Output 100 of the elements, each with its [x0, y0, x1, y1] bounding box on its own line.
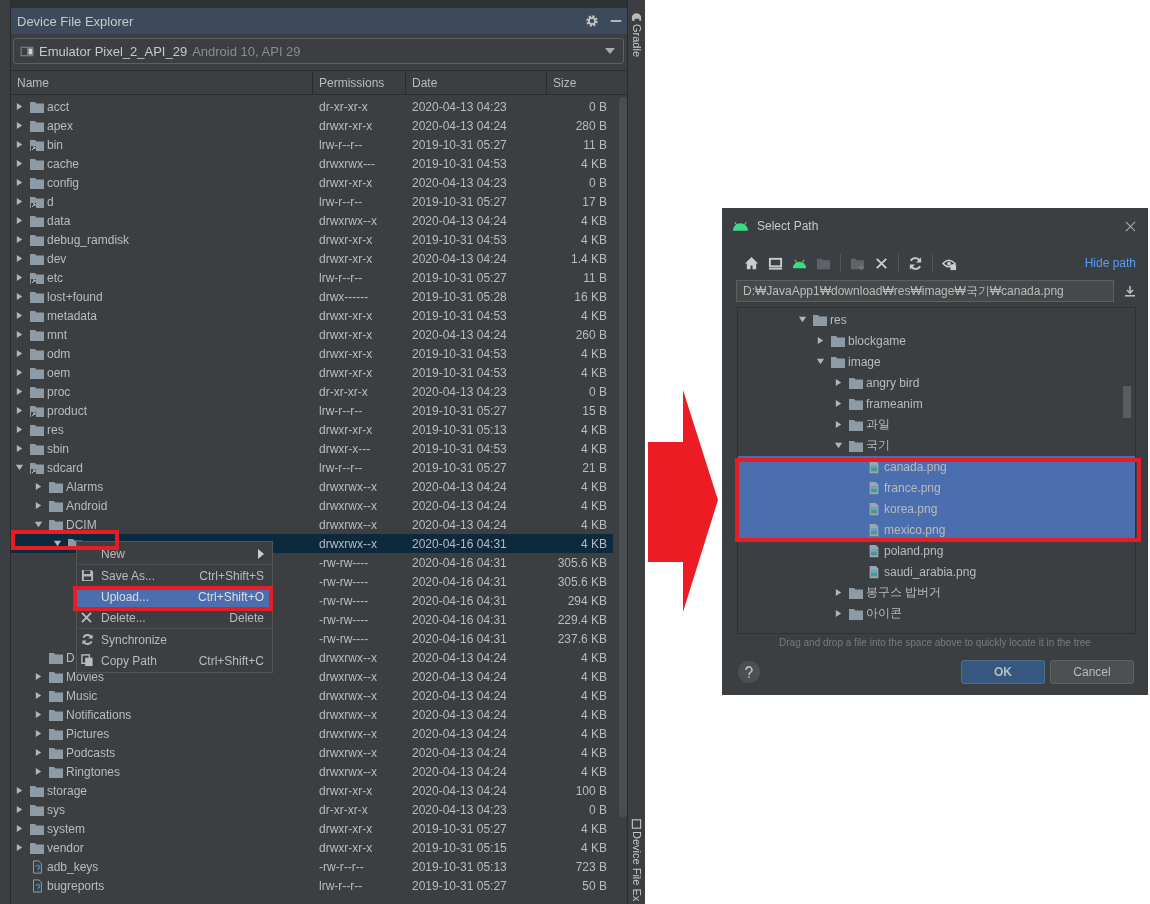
expand-arrow-icon[interactable] [15, 311, 24, 320]
tree-item[interactable]: frameanim [738, 393, 1135, 414]
expand-arrow-icon[interactable] [34, 729, 43, 738]
cancel-button[interactable]: Cancel [1050, 660, 1134, 684]
hide-path-link[interactable]: Hide path [1084, 256, 1136, 270]
help-icon[interactable] [738, 661, 760, 683]
table-row[interactable]: lost+found drwx------ 2019-10-31 05:28 16 KB [11, 287, 614, 306]
expand-arrow-icon[interactable] [834, 609, 843, 618]
expand-arrow-icon[interactable] [34, 672, 43, 681]
collapse-arrow-icon[interactable] [15, 463, 24, 472]
expand-arrow-icon[interactable] [15, 273, 24, 282]
expand-arrow-icon[interactable] [15, 178, 24, 187]
table-row[interactable]: apex drwxr-xr-x 2020-04-13 04:24 280 B [11, 116, 614, 135]
path-field[interactable]: D:₩JavaApp1₩download₩res₩image₩국기₩canada.png [736, 280, 1114, 302]
tree-item[interactable]: image [738, 351, 1135, 372]
table-row[interactable]: sdcard lrw-r--r-- 2019-10-31 05:27 21 B [11, 458, 614, 477]
tree-item[interactable]: 봉구스 밥버거 [738, 582, 1135, 603]
expand-arrow-icon[interactable] [15, 159, 24, 168]
table-row[interactable]: sys dr-xr-xr-x 2020-04-13 04:23 0 B [11, 800, 614, 819]
table-row[interactable]: Notifications drwxrwx--x 2020-04-13 04:24 4 KB [11, 705, 614, 724]
device-dropdown[interactable]: Emulator Pixel_2_API_29 Android 10, API 29 [13, 38, 624, 64]
expand-arrow-icon[interactable] [15, 805, 24, 814]
table-row[interactable]: adb_keys -rw-r--r-- 2019-10-31 05:13 723 B [11, 857, 614, 876]
tree-item[interactable]: poland.png [738, 540, 1135, 561]
collapse-arrow-icon[interactable] [34, 520, 43, 529]
table-row[interactable]: Music drwxrwx--x 2020-04-13 04:24 4 KB [11, 686, 614, 705]
scrollbar[interactable] [619, 97, 627, 817]
close-icon[interactable] [874, 255, 889, 271]
table-row[interactable]: Android drwxrwx--x 2020-04-13 04:24 4 KB [11, 496, 614, 515]
expand-arrow-icon[interactable] [834, 378, 843, 387]
table-row[interactable]: res drwxr-xr-x 2019-10-31 05:13 4 KB [11, 420, 614, 439]
expand-arrow-icon[interactable] [15, 444, 24, 453]
expand-arrow-icon[interactable] [15, 216, 24, 225]
table-row[interactable]: Podcasts drwxrwx--x 2020-04-13 04:24 4 KB [11, 743, 614, 762]
expand-arrow-icon[interactable] [15, 102, 24, 111]
expand-arrow-icon[interactable] [34, 691, 43, 700]
table-row[interactable]: sbin drwxr-x--- 2019-10-31 04:53 4 KB [11, 439, 614, 458]
collapse-arrow-icon[interactable] [816, 357, 825, 366]
table-row[interactable]: debug_ramdisk drwxr-xr-x 2019-10-31 04:53 4 KB [11, 230, 614, 249]
expand-arrow-icon[interactable] [15, 197, 24, 206]
table-row[interactable]: d lrw-r--r-- 2019-10-31 05:27 17 B [11, 192, 614, 211]
menu-item[interactable]: New [77, 543, 272, 565]
expand-arrow-icon[interactable] [15, 824, 24, 833]
column-header[interactable]: Name [11, 71, 313, 94]
close-icon[interactable] [1125, 220, 1136, 232]
table-row[interactable]: acct dr-xr-xr-x 2020-04-13 04:23 0 B [11, 97, 614, 116]
expand-arrow-icon[interactable] [15, 425, 24, 434]
expand-arrow-icon[interactable] [15, 406, 24, 415]
tree-item[interactable]: 아이콘 [738, 603, 1135, 624]
menu-item[interactable]: Synchronize [77, 629, 272, 650]
column-header[interactable]: Date [406, 71, 547, 94]
table-row[interactable]: Pictures drwxrwx--x 2020-04-13 04:24 4 KB [11, 724, 614, 743]
side-tab[interactable]: Device File Ex [630, 818, 643, 901]
table-row[interactable]: metadata drwxr-xr-x 2019-10-31 04:53 4 KB [11, 306, 614, 325]
table-row[interactable]: bugreports lrw-r--r-- 2019-10-31 05:27 50 B [11, 876, 614, 895]
scrollbar[interactable] [1123, 386, 1131, 418]
download-icon[interactable] [1124, 285, 1136, 297]
tree-item[interactable]: blockgame [738, 330, 1135, 351]
table-row[interactable]: DCIM drwxrwx--x 2020-04-13 04:24 4 KB [11, 515, 614, 534]
expand-arrow-icon[interactable] [15, 330, 24, 339]
expand-arrow-icon[interactable] [834, 399, 843, 408]
column-header[interactable]: Permissions [313, 71, 406, 94]
expand-arrow-icon[interactable] [15, 140, 24, 149]
expand-arrow-icon[interactable] [34, 710, 43, 719]
expand-arrow-icon[interactable] [15, 786, 24, 795]
home-icon[interactable] [744, 255, 759, 271]
tree-item[interactable]: 과일 [738, 414, 1135, 435]
expand-arrow-icon[interactable] [15, 121, 24, 130]
table-row[interactable]: bin lrw-r--r-- 2019-10-31 05:27 11 B [11, 135, 614, 154]
tree-item[interactable]: res [738, 309, 1135, 330]
expand-arrow-icon[interactable] [834, 420, 843, 429]
column-header[interactable]: Size [547, 71, 627, 94]
expand-arrow-icon[interactable] [816, 336, 825, 345]
collapse-arrow-icon[interactable] [798, 315, 807, 324]
table-row[interactable]: proc dr-xr-xr-x 2020-04-13 04:23 0 B [11, 382, 614, 401]
expand-arrow-icon[interactable] [34, 501, 43, 510]
tree-item[interactable]: 국기 [738, 435, 1135, 456]
expand-arrow-icon[interactable] [15, 387, 24, 396]
table-row[interactable]: cache drwxrwx--- 2019-10-31 04:53 4 KB [11, 154, 614, 173]
table-row[interactable]: oem drwxr-xr-x 2019-10-31 04:53 4 KB [11, 363, 614, 382]
table-row[interactable]: odm drwxr-xr-x 2019-10-31 04:53 4 KB [11, 344, 614, 363]
table-row[interactable]: config drwxr-xr-x 2020-04-13 04:23 0 B [11, 173, 614, 192]
table-row[interactable]: mnt drwxr-xr-x 2020-04-13 04:24 260 B [11, 325, 614, 344]
settings-icon[interactable] [585, 14, 599, 28]
tree-item[interactable]: saudi_arabia.png [738, 561, 1135, 582]
side-tab[interactable]: Gradle [630, 12, 643, 58]
table-row[interactable]: system drwxr-xr-x 2019-10-31 05:27 4 KB [11, 819, 614, 838]
table-row[interactable]: Alarms drwxrwx--x 2020-04-13 04:24 4 KB [11, 477, 614, 496]
collapse-arrow-icon[interactable] [834, 441, 843, 450]
expand-arrow-icon[interactable] [15, 349, 24, 358]
expand-arrow-icon[interactable] [34, 482, 43, 491]
desktop-icon[interactable] [768, 255, 783, 271]
expand-arrow-icon[interactable] [834, 588, 843, 597]
expand-arrow-icon[interactable] [15, 292, 24, 301]
expand-arrow-icon[interactable] [15, 843, 24, 852]
tree-item[interactable]: angry bird [738, 372, 1135, 393]
ok-button[interactable]: OK [961, 660, 1045, 684]
refresh-icon[interactable] [908, 255, 923, 271]
collapse-arrow-icon[interactable] [53, 539, 62, 548]
table-row[interactable]: etc lrw-r--r-- 2019-10-31 05:27 11 B [11, 268, 614, 287]
